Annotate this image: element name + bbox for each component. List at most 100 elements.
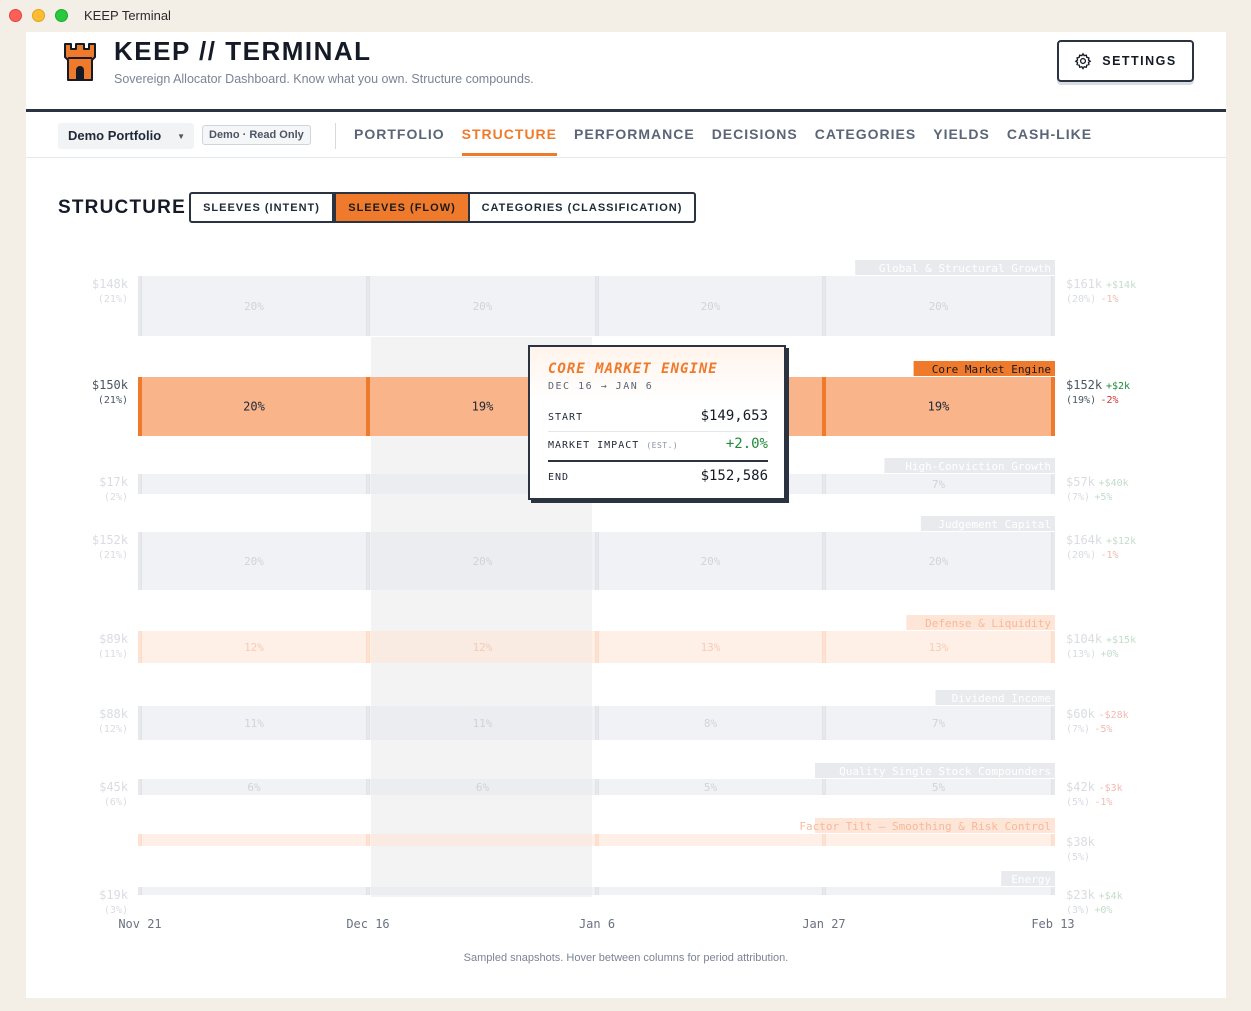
tooltip-divider xyxy=(548,431,768,432)
start-value-label: $148k xyxy=(92,277,129,291)
sleeve-tag-label: Judgement Capital xyxy=(938,518,1051,531)
end-share-label: (20%) xyxy=(1066,294,1096,305)
sleeve-tag-label: High-Conviction Growth xyxy=(905,460,1051,473)
share-delta-label: +5% xyxy=(1094,492,1112,503)
start-share-label: (2%) xyxy=(104,492,128,503)
end-value-label: $104k xyxy=(1066,632,1103,646)
band-column-marker xyxy=(1051,474,1055,494)
band-column-marker xyxy=(595,276,599,336)
band-column-marker xyxy=(138,834,142,846)
tooltip-impact-row: MARKET IMPACT (EST.) +2.0% xyxy=(548,436,768,452)
flow-band-segment xyxy=(825,887,1052,895)
band-column-marker xyxy=(1051,887,1055,895)
period-attribution-tooltip: CORE MARKET ENGINE DEC 16 → JAN 6 START … xyxy=(528,345,786,500)
band-share-label: 20% xyxy=(243,400,265,414)
flow-band-segment xyxy=(141,887,367,895)
tooltip-start-row: START $149,653 xyxy=(548,408,768,424)
band-column-marker xyxy=(366,276,370,336)
start-value-label: $19k xyxy=(99,888,129,902)
flow-band-segment xyxy=(141,474,367,494)
end-share-label: (13%) xyxy=(1066,649,1096,660)
band-column-marker xyxy=(366,631,370,663)
end-value-label: $161k xyxy=(1066,277,1103,291)
share-delta-label: -5% xyxy=(1094,724,1112,735)
end-delta-label: -$3k xyxy=(1099,783,1123,794)
window-titlebar: KEEP Terminal xyxy=(0,0,1251,32)
band-column-marker xyxy=(138,706,142,740)
band-column-marker xyxy=(138,887,142,895)
end-value-label: $57k xyxy=(1066,475,1096,489)
band-column-marker xyxy=(138,779,142,795)
band-share-label: 5% xyxy=(932,781,946,794)
band-column-marker xyxy=(1051,631,1055,663)
sleeve-tag-label: Dividend Income xyxy=(952,692,1051,705)
end-value-label: $164k xyxy=(1066,533,1103,547)
band-column-marker xyxy=(366,779,370,795)
band-column-marker xyxy=(138,474,142,494)
tooltip-end-value: $152,586 xyxy=(700,468,768,484)
band-share-label: 20% xyxy=(929,300,949,313)
zoom-window-button[interactable] xyxy=(55,9,68,22)
sleeve-tag-label: Factor Tilt — Smoothing & Risk Control xyxy=(799,820,1051,833)
end-share-label: (7%) xyxy=(1066,724,1090,735)
band-column-marker xyxy=(1051,834,1055,846)
tooltip-start-label: START xyxy=(548,412,584,423)
band-column-marker xyxy=(822,887,826,895)
band-column-marker xyxy=(822,532,826,590)
date-axis-label: Dec 16 xyxy=(346,917,389,931)
end-delta-label: +$15k xyxy=(1106,635,1136,646)
band-column-marker xyxy=(822,377,826,436)
date-axis-label: Jan 27 xyxy=(802,917,845,931)
end-value-label: $60k xyxy=(1066,707,1096,721)
tooltip-end-row: END $152,586 xyxy=(548,468,768,484)
band-share-label: 5% xyxy=(704,781,718,794)
band-column-marker xyxy=(822,834,826,846)
flow-band-segment xyxy=(598,887,823,895)
band-column-marker xyxy=(1051,532,1055,590)
band-column-marker xyxy=(366,834,370,846)
band-column-marker xyxy=(366,474,370,494)
band-column-marker xyxy=(366,532,370,590)
tooltip-impact-label-text: MARKET IMPACT xyxy=(548,440,640,451)
end-share-label: (7%) xyxy=(1066,492,1090,503)
close-window-button[interactable] xyxy=(9,9,22,22)
band-share-label: 20% xyxy=(473,300,493,313)
start-value-label: $88k xyxy=(99,707,129,721)
end-delta-label: +$2k xyxy=(1106,381,1130,392)
tooltip-start-value: $149,653 xyxy=(700,408,768,424)
end-delta-label: +$14k xyxy=(1106,280,1136,291)
start-value-label: $45k xyxy=(99,780,129,794)
sleeve-tag-label: Quality Single Stock Compounders xyxy=(839,765,1051,778)
band-column-marker xyxy=(1051,276,1055,336)
band-column-marker xyxy=(595,834,599,846)
window-title: KEEP Terminal xyxy=(84,8,171,23)
tooltip-impact-label: MARKET IMPACT (EST.) xyxy=(548,440,678,451)
band-share-label: 13% xyxy=(929,641,949,654)
flow-band-segment xyxy=(141,834,367,846)
band-share-label: 20% xyxy=(701,300,721,313)
flow-band-segment xyxy=(369,834,596,846)
band-column-marker xyxy=(595,631,599,663)
end-share-label: (3%) xyxy=(1066,905,1090,916)
band-share-label: 19% xyxy=(928,400,950,414)
share-delta-label: +0% xyxy=(1101,649,1119,660)
band-column-marker xyxy=(822,276,826,336)
end-value-label: $23k xyxy=(1066,888,1096,902)
share-delta-label: -2% xyxy=(1101,395,1119,406)
tooltip-end-label: END xyxy=(548,472,570,483)
band-share-label: 20% xyxy=(701,555,721,568)
date-axis-label: Feb 13 xyxy=(1031,917,1074,931)
start-value-label: $17k xyxy=(99,475,129,489)
end-share-label: (19%) xyxy=(1066,395,1096,406)
end-share-label: (5%) xyxy=(1066,797,1090,808)
band-column-marker xyxy=(822,474,826,494)
flow-band-segment xyxy=(369,887,596,895)
band-share-label: 20% xyxy=(244,300,264,313)
start-share-label: (3%) xyxy=(104,905,128,916)
minimize-window-button[interactable] xyxy=(32,9,45,22)
sleeve-tag-label: Core Market Engine xyxy=(932,363,1051,376)
band-column-marker xyxy=(595,532,599,590)
band-column-marker xyxy=(822,631,826,663)
band-column-marker xyxy=(822,706,826,740)
share-delta-label: +0% xyxy=(1094,905,1112,916)
